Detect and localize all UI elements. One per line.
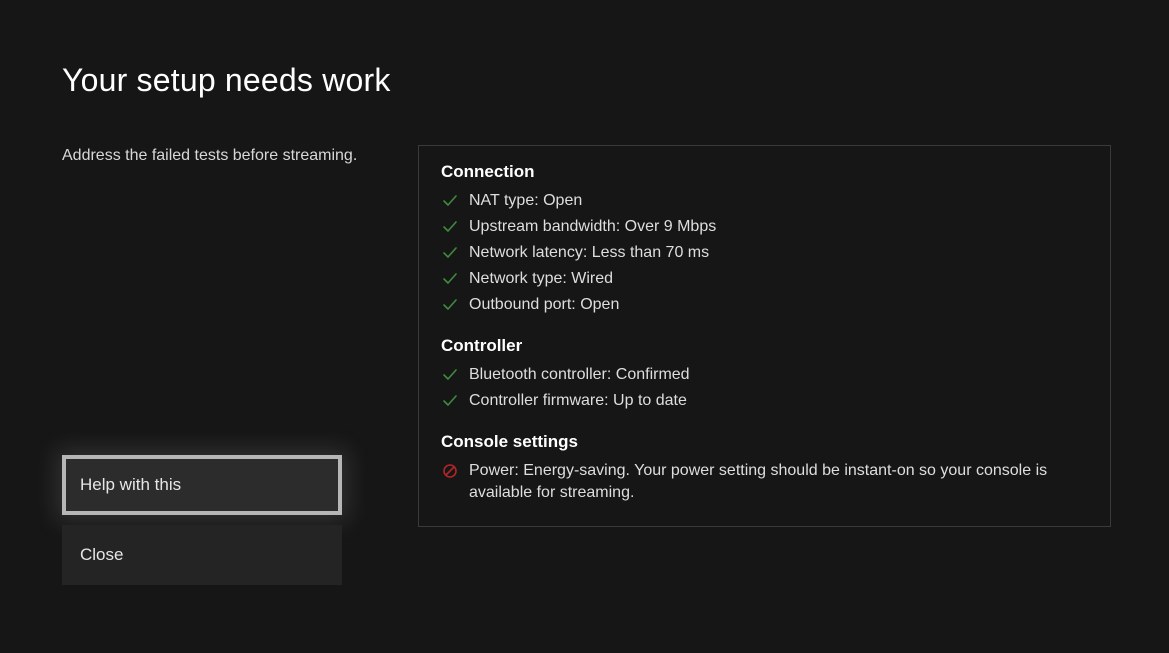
result-label: Outbound port: bbox=[469, 296, 576, 313]
result-value: Over 9 Mbps bbox=[625, 218, 717, 235]
left-column: Address the failed tests before streamin… bbox=[62, 145, 418, 167]
result-value: Open bbox=[580, 296, 619, 313]
result-row: Upstream bandwidth: Over 9 Mbps bbox=[441, 216, 1088, 238]
result-value: Wired bbox=[571, 270, 613, 287]
check-icon bbox=[442, 367, 458, 383]
result-label: Controller firmware: bbox=[469, 392, 609, 409]
instruction-text: Address the failed tests before streamin… bbox=[62, 145, 418, 167]
check-icon bbox=[442, 297, 458, 313]
result-row: Power: Energy-saving. Your power setting… bbox=[441, 460, 1088, 504]
result-row: Outbound port: Open bbox=[441, 294, 1088, 316]
check-icon bbox=[442, 245, 458, 261]
action-buttons: Help with this Close bbox=[62, 455, 342, 595]
check-icon bbox=[442, 219, 458, 235]
result-text: Network latency: Less than 70 ms bbox=[469, 242, 1088, 264]
result-label: NAT type: bbox=[469, 192, 539, 209]
status-ok-icon bbox=[441, 294, 459, 316]
status-ok-icon bbox=[441, 364, 459, 386]
setup-status-screen: Your setup needs work Address the failed… bbox=[0, 0, 1169, 653]
result-value: Energy-saving. Your power setting should… bbox=[469, 462, 1047, 501]
results-panel: Connection NAT type: Open Upstream bandwid… bbox=[418, 145, 1111, 527]
result-value: Confirmed bbox=[616, 366, 690, 383]
result-label: Power: bbox=[469, 462, 519, 479]
section-heading: Controller bbox=[441, 336, 1088, 356]
close-button-label: Close bbox=[80, 545, 123, 565]
result-row: Network type: Wired bbox=[441, 268, 1088, 290]
result-row: NAT type: Open bbox=[441, 190, 1088, 212]
result-label: Upstream bandwidth: bbox=[469, 218, 620, 235]
result-row: Network latency: Less than 70 ms bbox=[441, 242, 1088, 264]
check-icon bbox=[442, 271, 458, 287]
results-section: Controller Bluetooth controller: Confirme… bbox=[441, 336, 1088, 412]
result-text: NAT type: Open bbox=[469, 190, 1088, 212]
status-ok-icon bbox=[441, 390, 459, 412]
result-row: Controller firmware: Up to date bbox=[441, 390, 1088, 412]
section-heading: Connection bbox=[441, 162, 1088, 182]
result-text: Power: Energy-saving. Your power setting… bbox=[469, 460, 1088, 504]
result-text: Bluetooth controller: Confirmed bbox=[469, 364, 1088, 386]
result-value: Up to date bbox=[613, 392, 687, 409]
result-value: Open bbox=[543, 192, 582, 209]
result-text: Controller firmware: Up to date bbox=[469, 390, 1088, 412]
check-icon bbox=[442, 393, 458, 409]
page-title: Your setup needs work bbox=[62, 62, 1111, 99]
result-label: Network type: bbox=[469, 270, 567, 287]
status-ok-icon bbox=[441, 190, 459, 212]
content-area: Address the failed tests before streamin… bbox=[62, 145, 1111, 527]
status-fail-icon bbox=[441, 460, 459, 482]
result-text: Upstream bandwidth: Over 9 Mbps bbox=[469, 216, 1088, 238]
help-button[interactable]: Help with this bbox=[62, 455, 342, 515]
result-text: Outbound port: Open bbox=[469, 294, 1088, 316]
result-value: Less than 70 ms bbox=[592, 244, 709, 261]
result-text: Network type: Wired bbox=[469, 268, 1088, 290]
result-label: Bluetooth controller: bbox=[469, 366, 611, 383]
section-heading: Console settings bbox=[441, 432, 1088, 452]
check-icon bbox=[442, 193, 458, 209]
result-row: Bluetooth controller: Confirmed bbox=[441, 364, 1088, 386]
close-button[interactable]: Close bbox=[62, 525, 342, 585]
results-section: Connection NAT type: Open Upstream bandwid… bbox=[441, 162, 1088, 316]
status-ok-icon bbox=[441, 268, 459, 290]
result-label: Network latency: bbox=[469, 244, 587, 261]
results-section: Console settings Power: Energy-saving. Yo… bbox=[441, 432, 1088, 504]
status-ok-icon bbox=[441, 242, 459, 264]
help-button-label: Help with this bbox=[80, 475, 181, 495]
status-ok-icon bbox=[441, 216, 459, 238]
forbidden-icon bbox=[442, 463, 458, 479]
